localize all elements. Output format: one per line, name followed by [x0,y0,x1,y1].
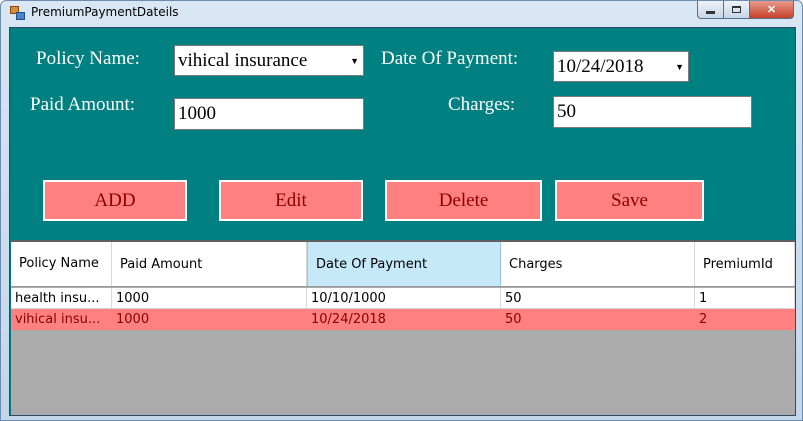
title-bar[interactable]: PremiumPaymentDateils ✕ [1,1,802,25]
window-controls: ✕ [697,1,794,20]
paid-amount-label: Paid Amount: [30,94,136,115]
cell-policy-name[interactable]: vihical insu... [11,309,112,330]
charges-input[interactable]: 50 [553,96,752,128]
column-header-charges[interactable]: Charges [501,242,695,286]
form-panel: Policy Name: vihical insurance ▼ Date Of… [9,27,796,416]
add-button[interactable]: ADD [43,180,187,221]
app-icon[interactable] [10,6,25,20]
cell-paid-amount[interactable]: 1000 [112,309,307,330]
date-of-payment-picker[interactable]: 10/24/2018 ▼ [553,51,689,82]
app-window: PremiumPaymentDateils ✕ Policy Name: vih… [0,0,803,421]
premium-grid[interactable]: Policy Name Paid Amount Date Of Payment … [11,240,795,415]
maximize-icon [732,6,741,13]
close-button[interactable]: ✕ [750,1,794,19]
minimize-icon [706,11,715,14]
grid-header: Policy Name Paid Amount Date Of Payment … [11,242,795,287]
column-header-premiumid[interactable]: PremiumId [695,242,795,286]
table-row-selected[interactable]: vihical insu... 1000 10/24/2018 50 2 [11,309,795,330]
paid-amount-value: 1000 [178,103,216,124]
charges-label: Charges: [448,94,516,115]
column-header-date-of-payment[interactable]: Date Of Payment [307,242,501,286]
save-button[interactable]: Save [555,180,704,221]
cell-policy-name[interactable]: health insu... [11,288,112,309]
policy-name-combobox[interactable]: vihical insurance ▼ [174,45,364,76]
column-header-paid-amount[interactable]: Paid Amount [112,242,307,286]
charges-value: 50 [557,101,576,122]
window-title: PremiumPaymentDateils [31,5,179,19]
date-of-payment-value: 10/24/2018 [557,55,644,77]
delete-button[interactable]: Delete [385,180,542,221]
policy-name-value: vihical insurance [178,49,308,71]
cell-charges[interactable]: 50 [501,288,695,309]
maximize-button[interactable] [724,1,750,19]
date-of-payment-label: Date Of Payment: [381,48,519,69]
cell-paid-amount[interactable]: 1000 [112,288,307,309]
column-header-policy-name[interactable]: Policy Name [11,242,112,286]
cell-premiumid[interactable]: 1 [695,288,795,309]
edit-button[interactable]: Edit [219,180,363,221]
policy-name-label: Policy Name: [36,48,140,69]
close-icon: ✕ [766,4,777,16]
cell-date-of-payment[interactable]: 10/10/1000 [307,288,501,309]
table-row[interactable]: health insu... 1000 10/10/1000 50 1 [11,288,795,309]
cell-charges[interactable]: 50 [501,309,695,330]
cell-premiumid[interactable]: 2 [695,309,795,330]
chevron-down-icon[interactable]: ▼ [675,62,684,72]
paid-amount-input[interactable]: 1000 [174,98,364,130]
chevron-down-icon[interactable]: ▼ [350,56,359,66]
cell-date-of-payment[interactable]: 10/24/2018 [307,309,501,330]
minimize-button[interactable] [697,1,724,19]
